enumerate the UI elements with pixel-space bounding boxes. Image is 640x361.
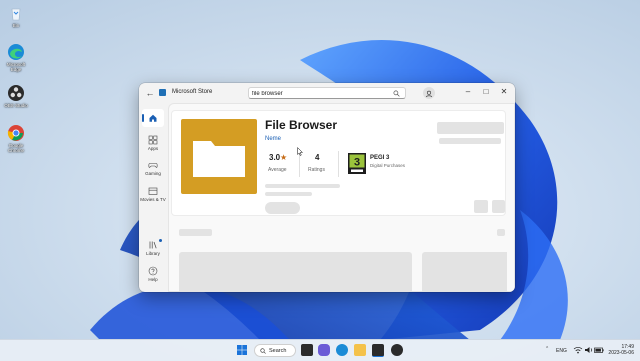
- pegi-badge-icon: 3: [348, 153, 366, 174]
- maximize-button[interactable]: □: [479, 86, 493, 98]
- loading-placeholder-card: [422, 252, 507, 292]
- sidebar-item-library[interactable]: Library: [139, 239, 167, 256]
- search-icon[interactable]: [393, 90, 400, 97]
- minimize-button[interactable]: –: [461, 86, 475, 98]
- obs-icon: [8, 85, 24, 101]
- account-button[interactable]: [423, 87, 435, 99]
- recycle-bin-icon: [11, 8, 21, 21]
- main-content: File Browser Neme 3.0 ★ Average 4 Rating…: [168, 103, 515, 292]
- file-explorer-icon[interactable]: [354, 344, 366, 356]
- windows-start-icon[interactable]: [236, 344, 248, 356]
- sidebar-item-gaming[interactable]: Gaming: [139, 160, 167, 176]
- loading-placeholder: [439, 138, 501, 144]
- film-icon: [148, 187, 158, 195]
- edge-icon[interactable]: [336, 344, 348, 356]
- store-logo-icon: [159, 89, 166, 96]
- desktop-icon-edge[interactable]: Microsoft Edge: [2, 43, 30, 72]
- close-button[interactable]: ✕: [497, 86, 511, 98]
- sidebar-item-label: Library: [146, 251, 160, 256]
- sidebar-item-movies-tv[interactable]: Movies & TV: [139, 186, 167, 202]
- loading-placeholder: [265, 192, 312, 196]
- sidebar-item-label: Movies & TV: [140, 197, 166, 202]
- desktop-icon-label: Google Chrome: [7, 143, 24, 153]
- chat-icon[interactable]: [318, 344, 330, 356]
- desktop-icon-label: Bin: [12, 23, 20, 28]
- store-window: ← Microsoft Store – □ ✕: [139, 83, 515, 292]
- app-hero-card: File Browser Neme 3.0 ★ Average 4 Rating…: [171, 110, 506, 216]
- app-name: File Browser: [265, 118, 338, 132]
- clock[interactable]: 17:49 2023-05-06: [600, 344, 634, 356]
- loading-placeholder-heading: [179, 229, 212, 236]
- language-indicator[interactable]: ENG: [556, 348, 567, 354]
- user-icon: [425, 90, 433, 98]
- loading-placeholder-title: [437, 122, 504, 134]
- sidebar-item-home[interactable]: [142, 109, 164, 127]
- sidebar-item-help[interactable]: Help: [139, 266, 167, 282]
- desktop-icon-label: Microsoft Edge: [6, 62, 26, 72]
- rating-value: 3.0: [269, 153, 281, 162]
- pegi-graphic: 3: [349, 154, 365, 172]
- divider: [338, 151, 339, 177]
- desktop-icon-bin[interactable]: Bin: [2, 4, 30, 28]
- loading-placeholder-action: [492, 200, 505, 213]
- chrome-icon: [7, 125, 24, 141]
- gamepad-icon: [148, 163, 158, 168]
- sidebar-item-label: Help: [148, 277, 158, 282]
- star-icon: ★: [280, 153, 288, 162]
- loading-placeholder-icon: [497, 229, 505, 236]
- search-icon: [260, 348, 266, 354]
- age-rating: PEGI 3: [370, 155, 390, 161]
- mouse-cursor-icon: [297, 147, 303, 156]
- sidebar-item-label: Apps: [147, 146, 159, 151]
- pegi-number: 3: [354, 157, 360, 169]
- loading-placeholder-button: [265, 202, 300, 214]
- folder-icon: [193, 141, 245, 177]
- apps-icon: [148, 135, 158, 145]
- tray-chevron-icon[interactable]: ⌃: [545, 346, 549, 352]
- search-field[interactable]: [248, 87, 406, 99]
- ratings-caption: Ratings: [308, 167, 325, 173]
- obs-icon[interactable]: [391, 344, 403, 356]
- store-icon[interactable]: [372, 344, 384, 357]
- taskbar-search[interactable]: Search: [254, 344, 296, 357]
- help-icon: [148, 266, 158, 276]
- app-icon-tile: [181, 119, 257, 194]
- title-bar: ← Microsoft Store – □ ✕: [139, 83, 515, 103]
- edge-icon: [8, 44, 24, 60]
- search-input[interactable]: [252, 89, 392, 98]
- window-title: Microsoft Store: [172, 89, 213, 95]
- notification-dot: [159, 239, 162, 242]
- clock-date: 2023-05-06: [608, 350, 634, 356]
- sidebar-item-apps[interactable]: Apps: [139, 135, 167, 151]
- task-view-icon[interactable]: [301, 344, 313, 356]
- rating-caption: Average: [268, 167, 287, 173]
- taskbar: Search ⌃ ENG 17:49 2023-05-06: [0, 339, 640, 361]
- back-arrow-icon[interactable]: ←: [145, 88, 155, 98]
- sidebar-item-label: Gaming: [145, 171, 161, 176]
- sidebar: Apps Gaming Movies & TV Library Help: [139, 103, 167, 292]
- taskbar-search-label: Search: [269, 348, 287, 354]
- loading-placeholder: [265, 184, 340, 188]
- loading-placeholder-card: [179, 252, 412, 292]
- publisher-link[interactable]: Neme: [265, 136, 281, 142]
- loading-placeholder-action: [474, 200, 488, 213]
- ratings-count: 4: [315, 153, 320, 162]
- library-icon: [149, 241, 157, 249]
- desktop-icon-chrome[interactable]: Google Chrome: [2, 124, 30, 153]
- desktop-icon-obs[interactable]: OBS Studio: [2, 84, 30, 108]
- desktop-icon-label: OBS Studio: [4, 103, 28, 108]
- home-icon: [149, 114, 157, 122]
- purchase-type: Digital Purchases: [370, 163, 406, 168]
